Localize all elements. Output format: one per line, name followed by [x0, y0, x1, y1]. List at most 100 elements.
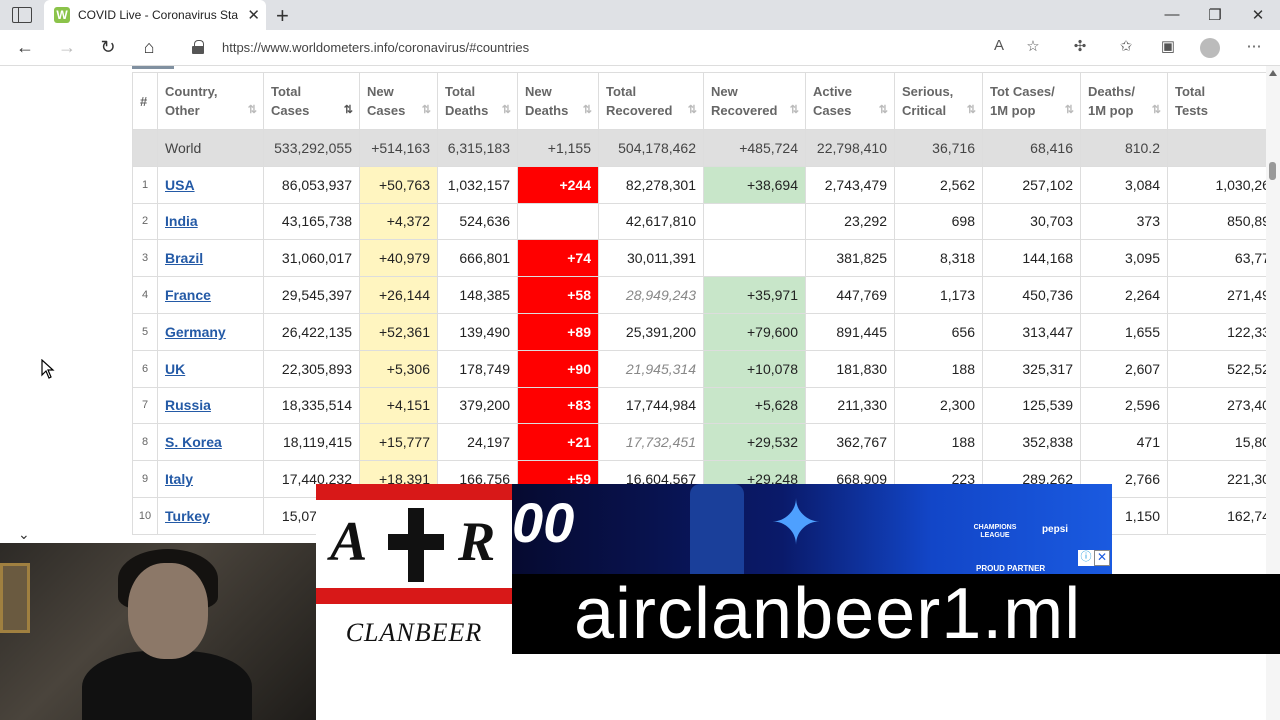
collections-icon[interactable]: ▣	[1157, 37, 1179, 55]
table-cell: 24,197	[437, 423, 518, 462]
sort-icon[interactable]: ⇅	[790, 101, 799, 120]
minimize-icon[interactable]: —	[1162, 6, 1182, 23]
favorites-icon[interactable]: ✩	[1115, 37, 1137, 55]
profile-icon[interactable]	[1200, 38, 1220, 58]
url-field[interactable]: https://www.worldometers.info/coronaviru…	[176, 34, 1056, 62]
header-label-line2: Other	[165, 103, 200, 118]
table-cell: 698	[894, 202, 983, 241]
maximize-icon[interactable]: ❐	[1205, 6, 1225, 24]
table-cell: 4	[132, 276, 158, 314]
header-cell[interactable]: New Cases ⇅	[359, 72, 438, 130]
table-cell: 8,318	[894, 239, 983, 278]
sort-icon[interactable]: ⇅	[967, 101, 976, 120]
reload-icon[interactable]: ↻	[97, 37, 119, 58]
collapse-panel-button[interactable]: ⌄	[0, 526, 54, 544]
country-link[interactable]: Turkey	[165, 508, 210, 524]
sort-icon[interactable]: ⇅	[688, 101, 697, 120]
header-cell[interactable]: Active Cases ⇅	[805, 72, 895, 130]
more-icon[interactable]: ⋯	[1243, 37, 1265, 55]
header-cell[interactable]: New Deaths ⇅	[517, 72, 599, 130]
sort-icon[interactable]: ⇅	[422, 101, 431, 120]
header-cell[interactable]: Deaths/1M pop ⇅	[1080, 72, 1168, 130]
table-cell: Russia	[157, 386, 264, 425]
header-cell[interactable]: Total Cases ⇅	[263, 72, 360, 130]
ad-banner[interactable]: 00 ✦ CHAMPIONS LEAGUE pepsi PROUD PARTNE…	[512, 484, 1112, 574]
world-cell: 36,716	[894, 129, 983, 167]
tab-actions-icon[interactable]	[12, 7, 32, 23]
sort-icon[interactable]: ⇅	[344, 101, 353, 120]
country-link[interactable]: Germany	[165, 324, 226, 340]
country-link[interactable]: S. Korea	[165, 434, 222, 450]
logo-letter-a: A	[330, 511, 368, 573]
world-cell: +485,724	[703, 129, 806, 167]
logo-word: CLANBEER	[345, 618, 483, 647]
header-cell[interactable]: Total Recovered ⇅	[598, 72, 704, 130]
ad-info-icon[interactable]: ⓘ	[1078, 550, 1094, 566]
ad-close-icon[interactable]: ✕	[1094, 550, 1110, 566]
table-cell: 63,776,166	[1167, 239, 1280, 278]
table-cell: 891,445	[805, 312, 895, 351]
home-icon[interactable]: ⌂	[138, 37, 160, 58]
country-link[interactable]: India	[165, 213, 198, 229]
table-cell: USA	[157, 165, 264, 204]
header-label-line2: Cases	[271, 103, 310, 118]
sort-icon[interactable]: ⇅	[583, 101, 592, 120]
country-link[interactable]: USA	[165, 177, 195, 193]
table-cell: 325,317	[982, 349, 1081, 388]
table-cell: 178,749	[437, 349, 518, 388]
header-cell[interactable]: New Recovered ⇅	[703, 72, 806, 130]
country-link[interactable]: Russia	[165, 397, 211, 413]
url-text[interactable]: https://www.worldometers.info/coronaviru…	[222, 40, 529, 55]
country-link[interactable]: Italy	[165, 471, 193, 487]
table-cell: 3,095	[1080, 239, 1168, 278]
header-label-line2: Cases	[813, 103, 852, 118]
table-cell: 447,769	[805, 276, 895, 314]
new-tab-icon[interactable]: +	[276, 3, 289, 29]
clanbeer-logo: A R CLANBEER	[316, 484, 512, 654]
sort-icon[interactable]: ⇅	[879, 101, 888, 120]
window-close-icon[interactable]: ✕	[1248, 6, 1268, 24]
country-link[interactable]: Brazil	[165, 250, 203, 266]
forward-icon[interactable]: →	[56, 37, 78, 58]
table-cell: 86,053,937	[263, 165, 360, 204]
scrollbar-thumb[interactable]	[1269, 162, 1276, 180]
header-label: Active	[813, 84, 853, 99]
world-cell: 533,292,055	[263, 129, 360, 167]
domain-overlay: airclanbeer1.ml	[512, 574, 1280, 654]
table-cell: 1,032,157	[437, 165, 518, 204]
table-cell: 181,830	[805, 349, 895, 388]
table-row: 1 USA 86,053,937 +50,763 1,032,157 +244 82,278…	[132, 165, 1280, 204]
browser-tab[interactable]: W COVID Live - Coronavirus Statisti ✕	[44, 0, 266, 30]
header-cell: #	[132, 72, 158, 130]
header-cell[interactable]: Total Deaths ⇅	[437, 72, 518, 130]
tab-title: COVID Live - Coronavirus Statisti	[78, 8, 238, 22]
sort-icon[interactable]: ⇅	[248, 101, 257, 120]
table-cell: 850,896,606	[1167, 202, 1280, 241]
read-aloud-icon[interactable]: A	[988, 37, 1010, 54]
header-cell[interactable]: Country, Other ⇅	[157, 72, 264, 130]
table-cell: +52,361	[359, 312, 438, 351]
add-favorite-icon[interactable]: ☆	[1022, 37, 1044, 55]
table-cell: Turkey	[157, 496, 264, 535]
back-icon[interactable]: ←	[14, 37, 36, 58]
header-cell[interactable]: TotalTests⇅	[1167, 72, 1280, 130]
header-label-line2: Critical	[902, 103, 947, 118]
header-cell[interactable]: Tot Cases/1M pop ⇅	[982, 72, 1081, 130]
countries-table: # Country, Other ⇅ Total Cases ⇅ New Cases ⇅ Total…	[132, 72, 1280, 535]
country-link[interactable]: UK	[165, 361, 185, 377]
header-label: New	[711, 84, 738, 99]
table-cell: 28,949,243	[598, 276, 704, 314]
country-link[interactable]: France	[165, 287, 211, 303]
sort-icon[interactable]: ⇅	[502, 101, 511, 120]
table-cell: 211,330	[805, 386, 895, 425]
header-cell[interactable]: Serious, Critical ⇅	[894, 72, 983, 130]
table-cell: 2,607	[1080, 349, 1168, 388]
lock-icon[interactable]	[192, 40, 204, 54]
table-cell: 373	[1080, 202, 1168, 241]
extensions-icon[interactable]: ✣	[1069, 37, 1091, 55]
tab-close-icon[interactable]: ✕	[247, 6, 260, 24]
logo-red-band-top	[316, 484, 512, 500]
sort-icon[interactable]: ⇅	[1065, 101, 1074, 120]
scroll-up-icon[interactable]	[1269, 70, 1277, 76]
sort-icon[interactable]: ⇅	[1152, 101, 1161, 120]
